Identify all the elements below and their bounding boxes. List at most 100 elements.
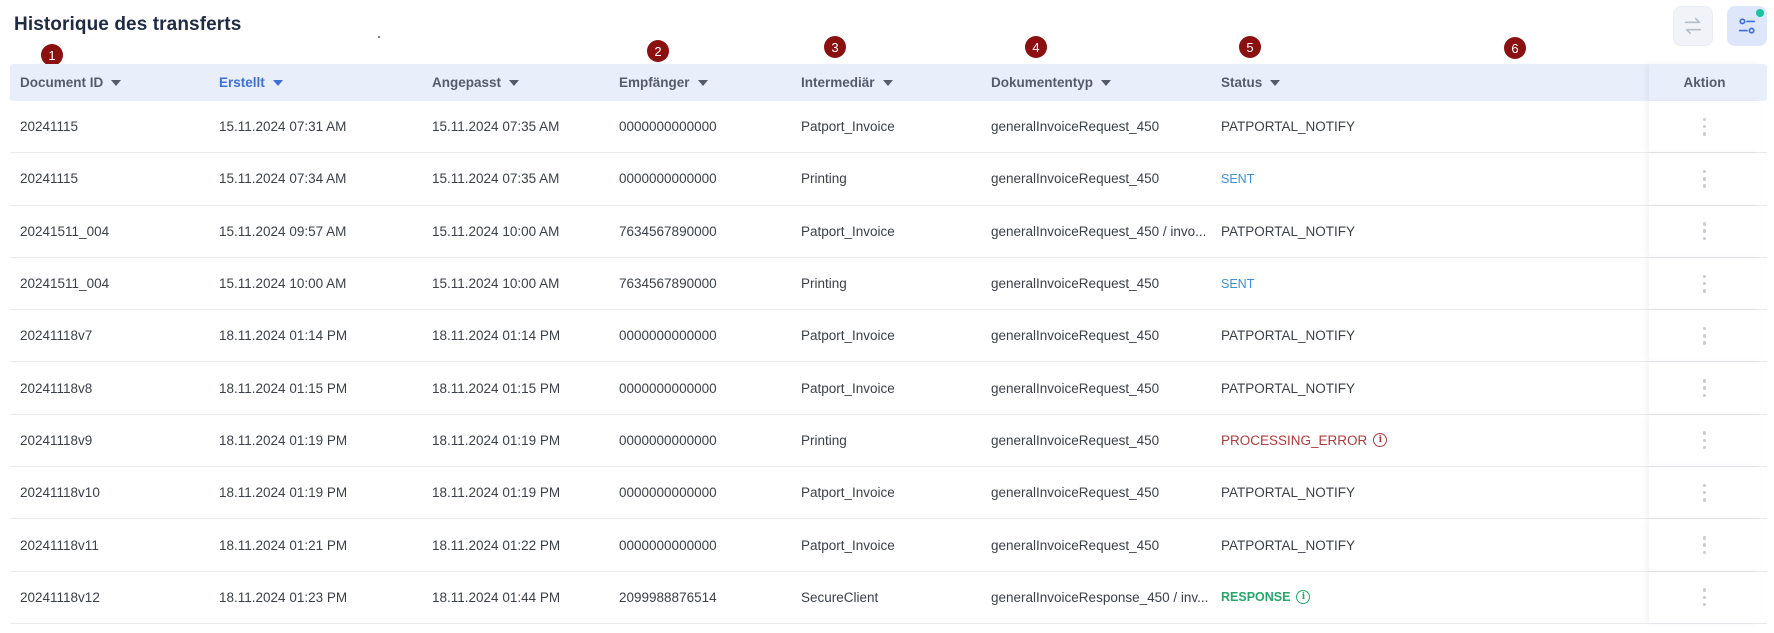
cell-modified: 15.11.2024 10:00 AM (432, 223, 560, 239)
table-row[interactable]: 20241115 15.11.2024 07:34 AM 15.11.2024 07… (10, 153, 1767, 206)
column-header-doctype[interactable]: Dokumententyp (991, 75, 1112, 90)
cell-created: 18.11.2024 01:15 PM (219, 380, 348, 396)
status-label: PATPORTAL_NOTIFY (1221, 119, 1356, 135)
column-label: Intermediär (801, 75, 875, 90)
table-row[interactable]: 20241118v8 18.11.2024 01:15 PM 18.11.2024 … (10, 362, 1767, 415)
cell-id: 20241118v11 (20, 537, 99, 553)
more-actions-icon[interactable] (1702, 379, 1707, 398)
table-row[interactable]: 20241115 15.11.2024 07:31 AM 15.11.2024 07… (10, 101, 1767, 154)
table-row[interactable]: 20241511_004 15.11.2024 10:00 AM 15.11.202… (10, 257, 1767, 311)
filter-button[interactable] (1727, 6, 1767, 46)
column-header-modified[interactable]: Angepasst (432, 75, 520, 90)
cell-recipient: 0000000000000 (619, 119, 717, 135)
stray-dot (378, 36, 380, 38)
table-row[interactable]: 20241118v10 18.11.2024 01:19 PM 18.11.2024… (10, 467, 1767, 520)
cell-modified: 15.11.2024 07:35 AM (432, 119, 560, 135)
more-actions-icon[interactable] (1702, 326, 1707, 345)
sort-caret-icon (1101, 79, 1112, 86)
column-label: Angepasst (432, 75, 502, 90)
table-row[interactable]: 20241118v9 18.11.2024 01:19 PM 18.11.2024 … (10, 414, 1767, 468)
status-label: PATPORTAL_NOTIFY (1221, 485, 1356, 501)
cell-created: 15.11.2024 07:31 AM (219, 119, 347, 135)
cell-doctype: generalInvoiceRequest_450 (991, 432, 1160, 448)
table-row[interactable]: 20241118v11 18.11.2024 01:21 PM 18.11.2024… (10, 519, 1767, 572)
more-actions-icon[interactable] (1702, 431, 1707, 450)
column-header-document-id[interactable]: Document ID (20, 75, 122, 90)
page-title: Historique des transferts (14, 14, 242, 35)
table-row[interactable]: 20241118v7 18.11.2024 01:14 PM 18.11.2024 … (10, 310, 1767, 363)
cell-created: 18.11.2024 01:19 PM (219, 485, 348, 501)
cell-status: SENT (1221, 277, 1254, 291)
status-label: PATPORTAL_NOTIFY (1221, 537, 1356, 553)
cell-intermediary: Patport_Invoice (801, 119, 895, 135)
cell-recipient: 0000000000000 (619, 485, 717, 501)
cell-intermediary: Printing (801, 171, 847, 187)
more-actions-icon[interactable] (1702, 274, 1707, 293)
column-header-intermediary[interactable]: Intermediär (801, 75, 893, 90)
more-actions-icon[interactable] (1702, 222, 1707, 241)
cell-recipient: 0000000000000 (619, 380, 717, 396)
table-body: 20241115 15.11.2024 07:31 AM 15.11.2024 07… (10, 101, 1767, 624)
more-actions-icon[interactable] (1702, 483, 1707, 502)
status-label: SENT (1221, 171, 1255, 186)
cell-status: PATPORTAL_NOTIFY (1221, 485, 1355, 500)
marker-5: 5 (1239, 36, 1261, 58)
cell-modified: 18.11.2024 01:22 PM (432, 537, 561, 553)
cell-recipient: 0000000000000 (619, 432, 717, 448)
more-actions-icon[interactable] (1702, 117, 1707, 136)
table-row[interactable]: 20241511_004 15.11.2024 09:57 AM 15.11.202… (10, 205, 1767, 258)
column-header-status[interactable]: Status (1221, 75, 1281, 90)
transfer-history-table: Document ID Erstellt Angepasst Empfänger… (10, 64, 1767, 624)
cell-intermediary: SecureClient (801, 589, 879, 605)
transfer-button[interactable] (1673, 6, 1713, 46)
marker-2: 2 (647, 40, 669, 62)
cell-status: PROCESSING_ERROR i (1221, 433, 1388, 448)
cell-recipient: 7634567890000 (619, 276, 717, 292)
column-header-created[interactable]: Erstellt (219, 75, 283, 90)
status-label: SENT (1221, 276, 1255, 291)
cell-recipient: 0000000000000 (619, 328, 717, 344)
filter-active-indicator (1756, 9, 1764, 17)
info-icon[interactable]: i (1296, 590, 1311, 605)
cell-created: 15.11.2024 07:34 AM (219, 171, 347, 187)
status-label: PATPORTAL_NOTIFY (1221, 223, 1356, 239)
column-header-action: Aktion (1649, 64, 1760, 101)
row-action-cell (1649, 571, 1760, 623)
cell-modified: 18.11.2024 01:19 PM (432, 432, 561, 448)
status-label: RESPONSE (1221, 590, 1291, 605)
cell-intermediary: Patport_Invoice (801, 485, 895, 501)
row-action-cell (1649, 205, 1760, 257)
sort-caret-icon (882, 79, 893, 86)
cell-modified: 18.11.2024 01:15 PM (432, 380, 561, 396)
info-icon[interactable]: i (1373, 433, 1388, 448)
more-actions-icon[interactable] (1702, 169, 1707, 188)
cell-modified: 18.11.2024 01:44 PM (432, 589, 561, 605)
cell-doctype: generalInvoiceRequest_450 / invo... (991, 223, 1207, 239)
cell-created: 18.11.2024 01:21 PM (219, 537, 348, 553)
row-action-cell (1649, 153, 1760, 205)
column-label: Erstellt (219, 75, 265, 90)
sort-caret-icon (697, 79, 708, 86)
more-actions-icon[interactable] (1702, 536, 1707, 555)
cell-doctype: generalInvoiceResponse_450 / inv... (991, 589, 1209, 605)
row-action-cell (1649, 257, 1760, 310)
cell-id: 20241118v12 (20, 589, 100, 605)
cell-status: SENT (1221, 172, 1254, 186)
cell-doctype: generalInvoiceRequest_450 (991, 171, 1160, 187)
cell-recipient: 0000000000000 (619, 171, 717, 187)
row-action-cell (1649, 519, 1760, 571)
sort-caret-icon (272, 79, 283, 86)
column-header-recipient[interactable]: Empfänger (619, 75, 708, 90)
column-label: Document ID (20, 75, 104, 90)
row-action-cell (1649, 310, 1760, 362)
cell-modified: 18.11.2024 01:14 PM (432, 328, 561, 344)
row-action-cell (1649, 362, 1760, 414)
cell-recipient: 2099988876514 (619, 589, 717, 605)
cell-doctype: generalInvoiceRequest_450 (991, 485, 1160, 501)
sort-caret-icon (509, 79, 520, 86)
sort-caret-icon (111, 79, 122, 86)
cell-status: PATPORTAL_NOTIFY (1221, 538, 1355, 553)
cell-id: 20241511_004 (20, 276, 110, 292)
table-row[interactable]: 20241118v12 18.11.2024 01:23 PM 18.11.2024… (10, 571, 1767, 624)
more-actions-icon[interactable] (1702, 588, 1707, 607)
